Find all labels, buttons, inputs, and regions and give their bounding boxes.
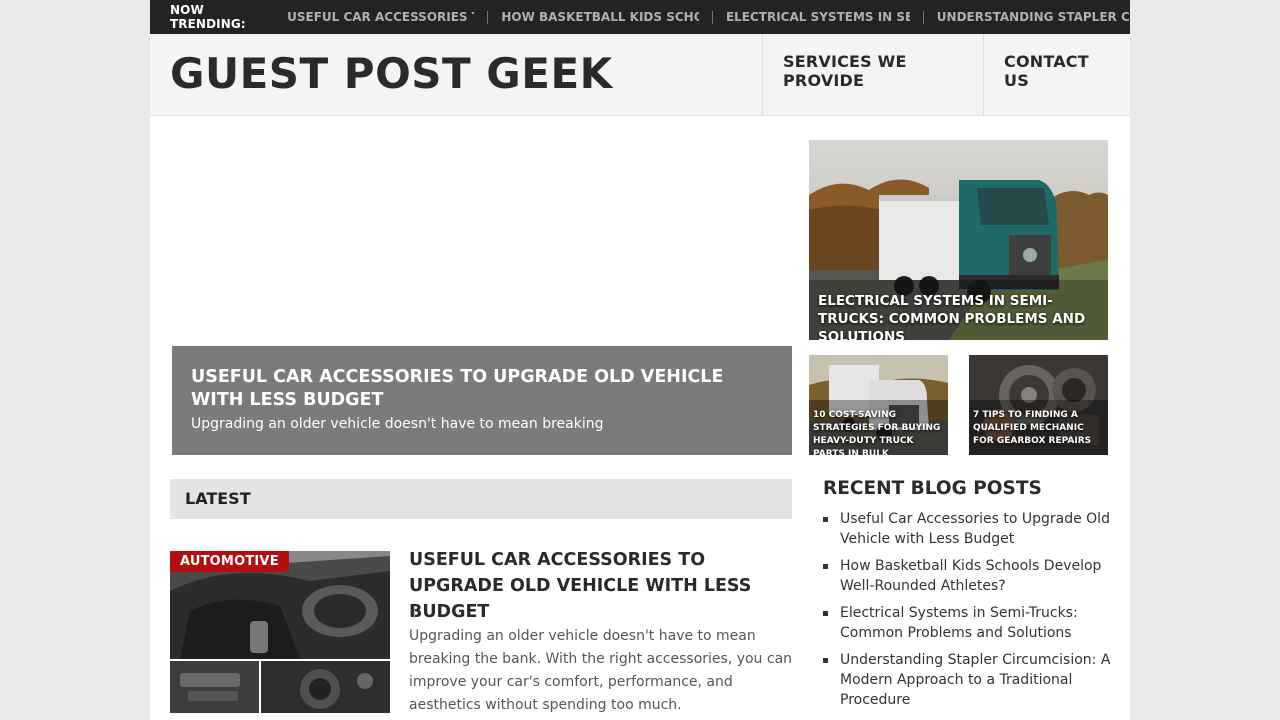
featured-small-title[interactable]: 10 COST-SAVING STRATEGIES FOR BUYING HEA… <box>813 409 947 455</box>
trending-bar: NOW TRENDING: USEFUL CAR ACCESSORIES T..… <box>150 0 1130 34</box>
recent-posts-heading: RECENT BLOG POSTS <box>823 478 1042 499</box>
recent-post-link[interactable]: Useful Car Accessories to Upgrade Old Ve… <box>823 509 1113 549</box>
page-wrapper: NOW TRENDING: USEFUL CAR ACCESSORIES T..… <box>150 0 1130 720</box>
recent-post-link[interactable]: Electrical Systems in Semi-Trucks: Commo… <box>823 603 1113 643</box>
latest-heading: LATEST <box>170 479 792 519</box>
trending-label: NOW TRENDING: <box>170 3 246 31</box>
recent-post-link[interactable]: How Basketball Kids Schools Develop Well… <box>823 556 1113 596</box>
trending-divider <box>712 10 713 24</box>
nav-item-contact[interactable]: CONTACT US <box>983 34 1130 115</box>
post-meta-divider <box>414 606 415 619</box>
featured-small-1[interactable]: 10 COST-SAVING STRATEGIES FOR BUYING HEA… <box>809 355 948 455</box>
post-excerpt: Upgrading an older vehicle doesn't have … <box>409 628 793 713</box>
main-nav: SERVICES WE PROVIDE CONTACT US <box>762 34 1130 115</box>
featured-right-title[interactable]: ELECTRICAL SYSTEMS IN SEMI-TRUCKS: COMMO… <box>818 292 1103 340</box>
trending-divider <box>487 10 489 24</box>
category-badge[interactable]: AUTOMOTIVE <box>170 551 289 572</box>
trending-link[interactable]: UNDERSTANDING STAPLER CI... <box>937 10 1130 24</box>
nav-item-services[interactable]: SERVICES WE PROVIDE <box>762 34 983 115</box>
featured-right[interactable]: ELECTRICAL SYSTEMS IN SEMI-TRUCKS: COMMO… <box>809 140 1108 340</box>
trending-link[interactable]: USEFUL CAR ACCESSORIES T... <box>287 10 474 24</box>
featured-main-excerpt: Upgrading an older vehicle doesn't have … <box>191 416 604 432</box>
featured-main-caption[interactable]: USEFUL CAR ACCESSORIES TO UPGRADE OLD VE… <box>172 346 792 455</box>
site-title[interactable]: GUEST POST GEEK <box>170 49 613 99</box>
recent-posts-list: Useful Car Accessories to Upgrade Old Ve… <box>823 509 1113 717</box>
recent-post-link[interactable]: Understanding Stapler Circumcision: A Mo… <box>823 650 1113 710</box>
car-interior-image <box>170 551 390 713</box>
post-thumbnail[interactable]: AUTOMOTIVE <box>170 551 390 713</box>
trending-divider <box>922 10 924 24</box>
trending-link[interactable]: HOW BASKETBALL KIDS SCHO... <box>501 10 699 24</box>
featured-small-2[interactable]: 7 TIPS TO FINDING A QUALIFIED MECHANIC F… <box>969 355 1108 455</box>
trending-link[interactable]: ELECTRICAL SYSTEMS IN SE... <box>726 10 910 24</box>
site-header: GUEST POST GEEK SERVICES WE PROVIDE CONT… <box>150 34 1130 116</box>
post-title[interactable]: USEFUL CAR ACCESSORIES TO UPGRADE OLD VE… <box>409 547 794 625</box>
featured-small-title[interactable]: 7 TIPS TO FINDING A QUALIFIED MECHANIC F… <box>973 409 1107 448</box>
featured-main-title[interactable]: USEFUL CAR ACCESSORIES TO UPGRADE OLD VE… <box>191 366 771 412</box>
